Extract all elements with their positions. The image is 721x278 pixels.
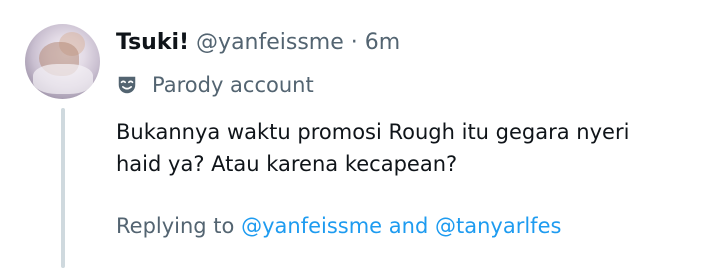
reply-join: and <box>388 214 429 238</box>
tweet-text: Bukannya waktu promosi Rough itu gegara … <box>116 120 630 176</box>
display-name[interactable]: Tsuki! <box>116 30 189 55</box>
replying-to: Replying to @yanfeissme and @tanyarlfes <box>116 210 561 242</box>
reply-mention-tanyarlfes[interactable]: @tanyarlfes <box>435 214 561 238</box>
thread-line <box>61 108 65 268</box>
parody-label: Parody account <box>152 73 314 97</box>
parody-badge: Parody account <box>116 70 314 100</box>
user-handle[interactable]: @yanfeissme <box>196 30 344 55</box>
replying-prefix: Replying to <box>116 214 235 238</box>
header-separator: · <box>350 30 358 55</box>
reply-mention-yanfeissme[interactable]: @yanfeissme <box>241 214 382 238</box>
avatar[interactable] <box>25 24 100 99</box>
tweet-header: Tsuki! @yanfeissme · 6m <box>116 28 400 58</box>
timestamp[interactable]: 6m <box>365 30 400 55</box>
theater-mask-icon <box>116 74 138 96</box>
